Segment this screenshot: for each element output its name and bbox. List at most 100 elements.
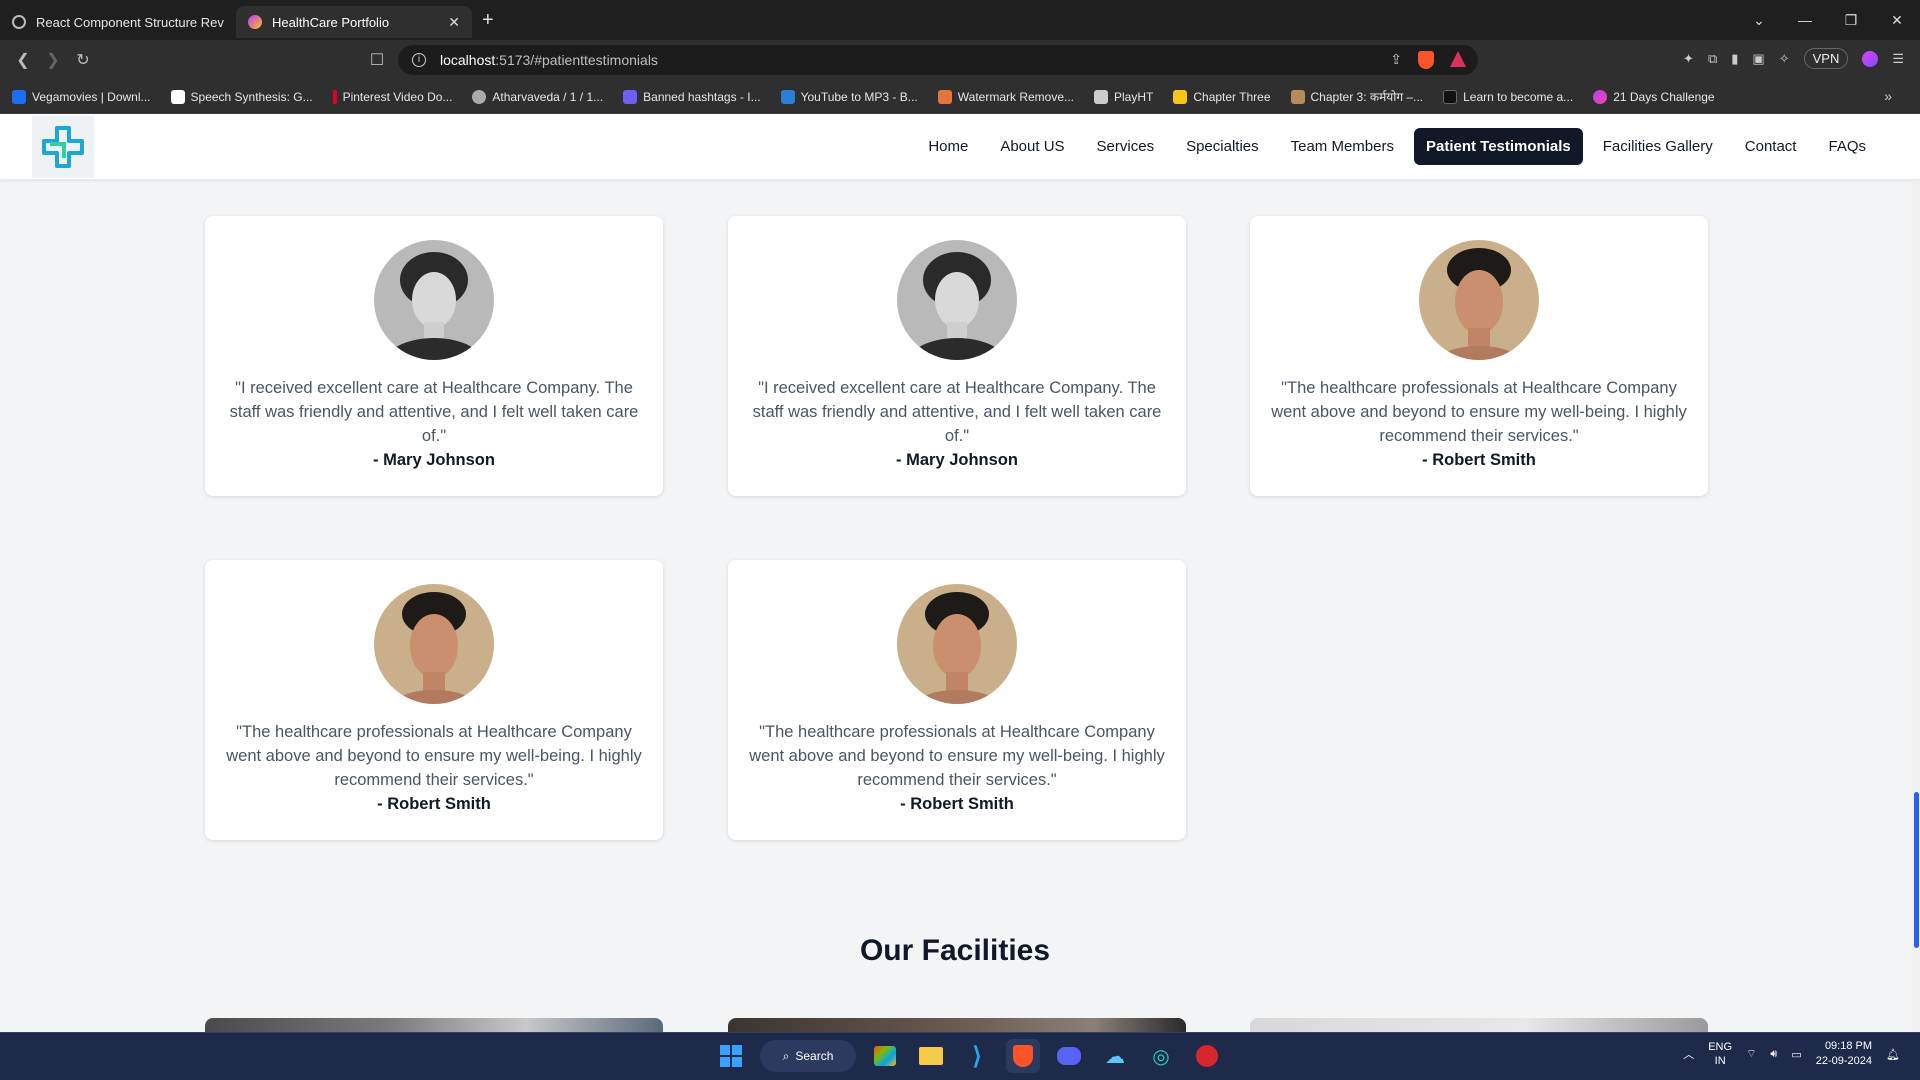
browser-tabbar: React Component Structure Review HealthC… [0,0,1920,40]
bookmark-favicon-icon [332,89,337,104]
testimonial-quote: "The healthcare professionals at Healthc… [1270,376,1688,472]
battery-icon[interactable]: ▭ [1791,1048,1801,1061]
reload-icon[interactable]: ↻ [68,50,98,70]
avatar [374,240,494,360]
facility-image[interactable] [728,1018,1186,1032]
share-icon[interactable]: ⇪ [1390,51,1402,69]
bookmark-label: 21 Days Challenge [1613,89,1715,104]
red-app-icon[interactable] [1190,1039,1224,1073]
lang-region: IN [1714,1055,1726,1067]
windows-start-icon[interactable] [714,1039,748,1073]
tab-close-icon[interactable]: ✕ [448,14,460,31]
taskbar: ⌕ Search ⟩ ☁ ◎ ︿ ENG IN ⌔ 🔊︎ ▭ 09:18 PM … [0,1032,1920,1080]
nav-specialties[interactable]: Specialties [1174,128,1271,165]
bookmark-icon[interactable]: ☐ [362,50,392,70]
bookmark-item[interactable]: Atharvaveda / 1 / 1... [472,89,604,104]
browser-tab-1[interactable]: React Component Structure Review [0,6,236,38]
bookmark-favicon-icon [472,89,487,104]
clock-time: 09:18 PM [1824,1040,1873,1052]
facility-image[interactable] [205,1018,663,1032]
extension-icon[interactable]: ✦ [1683,51,1694,67]
tray-overflow-icon[interactable]: ︿ [1683,1046,1694,1062]
bookmark-item[interactable]: 21 Days Challenge [1593,89,1715,104]
site-info-icon[interactable]: i [412,53,426,67]
address-bar[interactable]: i localhost:5173/#patienttestimonials ⇪ [398,45,1478,75]
volume-icon[interactable]: 🔊︎ [1770,1048,1777,1061]
new-tab-icon[interactable]: + [482,9,494,32]
bookmark-favicon-icon [937,89,952,104]
store-icon[interactable] [868,1039,902,1073]
bookmark-item[interactable]: Vegamovies | Downl... [12,89,151,104]
bookmark-item[interactable]: Chapter Three [1173,89,1271,104]
forward-icon[interactable]: ❯ [38,50,68,70]
nav-services[interactable]: Services [1085,128,1167,165]
nav-team-members[interactable]: Team Members [1279,128,1406,165]
bookmark-item[interactable]: Chapter 3: कर्मयोग –... [1290,88,1423,105]
notification-bell-icon[interactable]: 🔔︎ [1886,1048,1900,1061]
nav-about-us[interactable]: About US [988,128,1076,165]
vpn-button[interactable]: VPN [1803,48,1849,69]
taskbar-search-button[interactable]: ⌕ Search [760,1040,856,1072]
nav-home[interactable]: Home [916,128,980,165]
facility-image[interactable] [1250,1018,1708,1032]
restore-icon[interactable]: ❐ [1828,12,1874,29]
bookmark-favicon-icon [1173,89,1188,104]
clock[interactable]: 09:18 PM 22-09-2024 [1816,1039,1872,1069]
bookmark-favicon-icon [12,89,26,104]
brave-shields-icon[interactable] [1418,51,1434,69]
page-scrollbar[interactable] [1912,180,1920,1032]
main-nav: Home About US Services Specialties Team … [916,128,1878,165]
testimonial-author: - Robert Smith [900,795,1014,813]
browser-toolbar: ❮ ❯ ↻ ☐ i localhost:5173/#patienttestimo… [0,40,1920,80]
back-icon[interactable]: ❮ [8,50,38,70]
vscode-icon[interactable]: ⟩ [960,1039,994,1073]
url-path: :5173/#patienttestimonials [495,52,658,68]
facilities-heading: Our Facilities [859,934,1051,967]
bookmark-item[interactable]: PlayHT [1094,89,1153,104]
bookmark-label: Learn to become a... [1463,89,1574,104]
cloud-app-icon[interactable]: ☁ [1098,1039,1132,1073]
headphones-app-icon[interactable]: ◎ [1144,1039,1178,1073]
leo-ai-icon[interactable]: ✧ [1779,51,1790,67]
quote-text: "I received excellent care at Healthcare… [752,379,1162,445]
testimonial-author: - Robert Smith [377,795,491,813]
bookmark-item[interactable]: YouTube to MP3 - B... [780,89,918,104]
nav-facilities-gallery[interactable]: Facilities Gallery [1591,128,1725,165]
wifi-icon[interactable]: ⌔ [1746,1047,1756,1061]
nav-patient-testimonials[interactable]: Patient Testimonials [1413,128,1583,165]
menu-icon[interactable]: ☰ [1892,51,1904,67]
nav-contact[interactable]: Contact [1733,128,1809,165]
search-icon: ⌕ [782,1048,790,1063]
testimonial-card: "The healthcare professionals at Healthc… [205,560,663,840]
bookmark-favicon-icon [1290,89,1305,104]
bookmark-item[interactable]: Learn to become a... [1443,89,1574,104]
testimonial-author: - Mary Johnson [373,451,495,469]
profile-icon[interactable] [1862,50,1879,67]
minimize-icon[interactable]: — [1782,12,1828,28]
nav-faqs[interactable]: FAQs [1816,128,1878,165]
brave-rewards-icon[interactable] [1450,51,1466,67]
brave-browser-icon[interactable] [1006,1039,1040,1073]
tab-search-icon[interactable]: ⌄ [1736,12,1782,29]
language-indicator[interactable]: ENG IN [1708,1040,1732,1068]
healthcare-logo-icon[interactable] [32,116,94,178]
window-close-icon[interactable]: ✕ [1874,12,1920,29]
extensions-puzzle-icon[interactable]: ⧉ [1708,51,1717,67]
bookmark-item[interactable]: Watermark Remove... [937,89,1074,104]
bookmark-favicon-icon [780,89,795,104]
quote-text: "I received excellent care at Healthcare… [229,379,639,445]
file-explorer-icon[interactable] [914,1039,948,1073]
tab-label: HealthCare Portfolio [272,14,390,30]
system-tray: ︿ ENG IN ⌔ 🔊︎ ▭ 09:18 PM 22-09-2024 🔔︎ [1683,1039,1900,1069]
scrollbar-thumb[interactable] [1914,792,1919,948]
bookmarks-overflow-icon[interactable]: » [1884,88,1892,104]
browser-tab-2[interactable]: HealthCare Portfolio ✕ [236,6,472,38]
bookmark-item[interactable]: Pinterest Video Do... [332,89,452,104]
wallet-icon[interactable]: ▣ [1752,51,1764,67]
bookmark-item[interactable]: Banned hashtags - I... [623,89,761,104]
bookmark-item[interactable]: Speech Synthesis: G... [170,89,313,104]
discord-icon[interactable] [1052,1039,1086,1073]
testimonial-card: "The healthcare professionals at Healthc… [1250,216,1708,496]
sidebar-icon[interactable]: ▮ [1731,51,1738,67]
bookmark-label: Atharvaveda / 1 / 1... [492,89,604,104]
